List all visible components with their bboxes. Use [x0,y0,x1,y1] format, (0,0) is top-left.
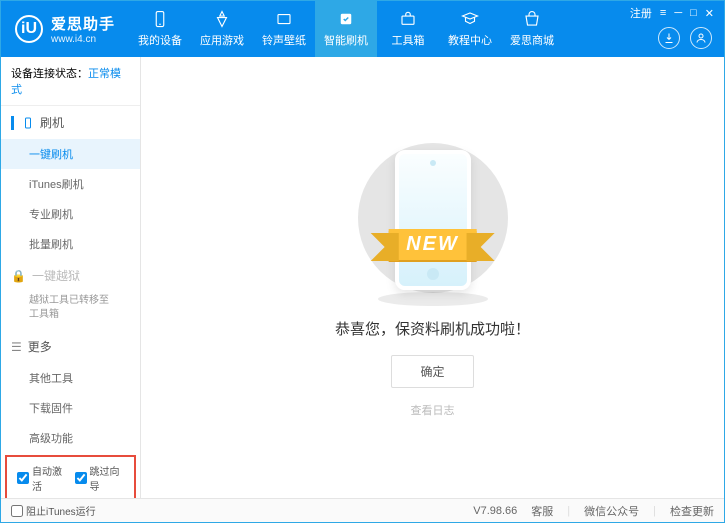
cb-label: 阻止iTunes运行 [26,503,96,518]
sidebar-item-oneclick-flash[interactable]: 一键刷机 [1,139,140,169]
section-label: 一键越狱 [32,267,80,284]
list-icon: ☰ [11,340,22,354]
logo-icon: iU [15,15,43,43]
conn-label: 设备连接状态： [11,68,88,80]
new-ribbon: NEW [388,229,477,260]
sidebar-section-more[interactable]: ☰ 更多 [1,330,140,363]
register-link[interactable]: 注册 [630,5,652,21]
sidebar-item-download-firmware[interactable]: 下载固件 [1,393,140,423]
sidebar-item-itunes-flash[interactable]: iTunes刷机 [1,169,140,199]
nav-label: 教程中心 [448,32,492,48]
nav-store[interactable]: 爱思商城 [501,1,563,57]
nav-apps[interactable]: 应用游戏 [191,1,253,57]
status-bar: 阻止iTunes运行 V7.98.66 客服| 微信公众号| 检查更新 [1,498,724,522]
checkbox-block-itunes[interactable]: 阻止iTunes运行 [11,503,96,518]
nav-ringtone[interactable]: 铃声壁纸 [253,1,315,57]
ok-button[interactable]: 确定 [391,355,473,388]
user-button[interactable] [690,27,712,49]
success-illustration: NEW [333,138,533,298]
logo-area: iU 爱思助手 www.i4.cn [1,1,129,57]
nav-label: 我的设备 [138,32,182,48]
app-subtitle: www.i4.cn [51,34,115,45]
footer-update[interactable]: 检查更新 [670,503,714,519]
main-content: NEW 恭喜您，保资料刷机成功啦！ 确定 查看日志 [141,57,724,498]
menu-icon[interactable]: ≡ [660,7,666,19]
success-message: 恭喜您，保资料刷机成功啦！ [335,318,530,339]
sidebar-item-pro-flash[interactable]: 专业刷机 [1,199,140,229]
nav-my-device[interactable]: 我的设备 [129,1,191,57]
version-label: V7.98.66 [473,505,517,517]
nav-label: 工具箱 [392,32,425,48]
checkbox-auto-activate[interactable]: 自动激活 [17,463,67,493]
cb-label: 自动激活 [32,463,67,493]
sidebar-item-other-tools[interactable]: 其他工具 [1,363,140,393]
section-label: 刷机 [40,114,64,131]
footer-service[interactable]: 客服 [531,503,553,519]
footer-wechat[interactable]: 微信公众号 [584,503,639,519]
section-label: 更多 [28,338,52,355]
app-title: 爱思助手 [51,13,115,34]
sidebar-item-batch-flash[interactable]: 批量刷机 [1,229,140,259]
checkbox-skip-guide[interactable]: 跳过向导 [75,463,125,493]
jailbreak-note: 越狱工具已转移至 工具箱 [1,292,140,330]
top-nav: 我的设备 应用游戏 铃声壁纸 智能刷机 工具箱 教程中心 爱思商城 [129,1,563,57]
connection-status: 设备连接状态：正常模式 [1,57,140,106]
nav-label: 应用游戏 [200,32,244,48]
cb-label: 跳过向导 [90,463,125,493]
nav-label: 爱思商城 [510,32,554,48]
nav-tutorials[interactable]: 教程中心 [439,1,501,57]
sidebar-section-jailbreak[interactable]: 🔒 一键越狱 [1,259,140,292]
app-header: iU 爱思助手 www.i4.cn 我的设备 应用游戏 铃声壁纸 智能刷机 工具… [1,1,724,57]
minimize-icon[interactable]: ─ [674,7,682,19]
nav-label: 智能刷机 [324,32,368,48]
download-button[interactable] [658,27,680,49]
sidebar-section-flash[interactable]: 刷机 [1,106,140,139]
nav-label: 铃声壁纸 [262,32,306,48]
sidebar: 设备连接状态：正常模式 刷机 一键刷机 iTunes刷机 专业刷机 批量刷机 🔒… [1,57,141,498]
nav-toolbox[interactable]: 工具箱 [377,1,439,57]
close-icon[interactable]: ✕ [705,7,714,20]
lock-icon: 🔒 [11,269,26,283]
window-controls: 注册 ≡ ─ □ ✕ [630,5,714,21]
phone-icon [22,117,34,129]
sidebar-item-advanced[interactable]: 高级功能 [1,423,140,453]
highlighted-checkboxes: 自动激活 跳过向导 [5,455,136,498]
nav-smart-flash[interactable]: 智能刷机 [315,1,377,57]
view-log-link[interactable]: 查看日志 [411,402,455,418]
maximize-icon[interactable]: □ [690,7,697,19]
